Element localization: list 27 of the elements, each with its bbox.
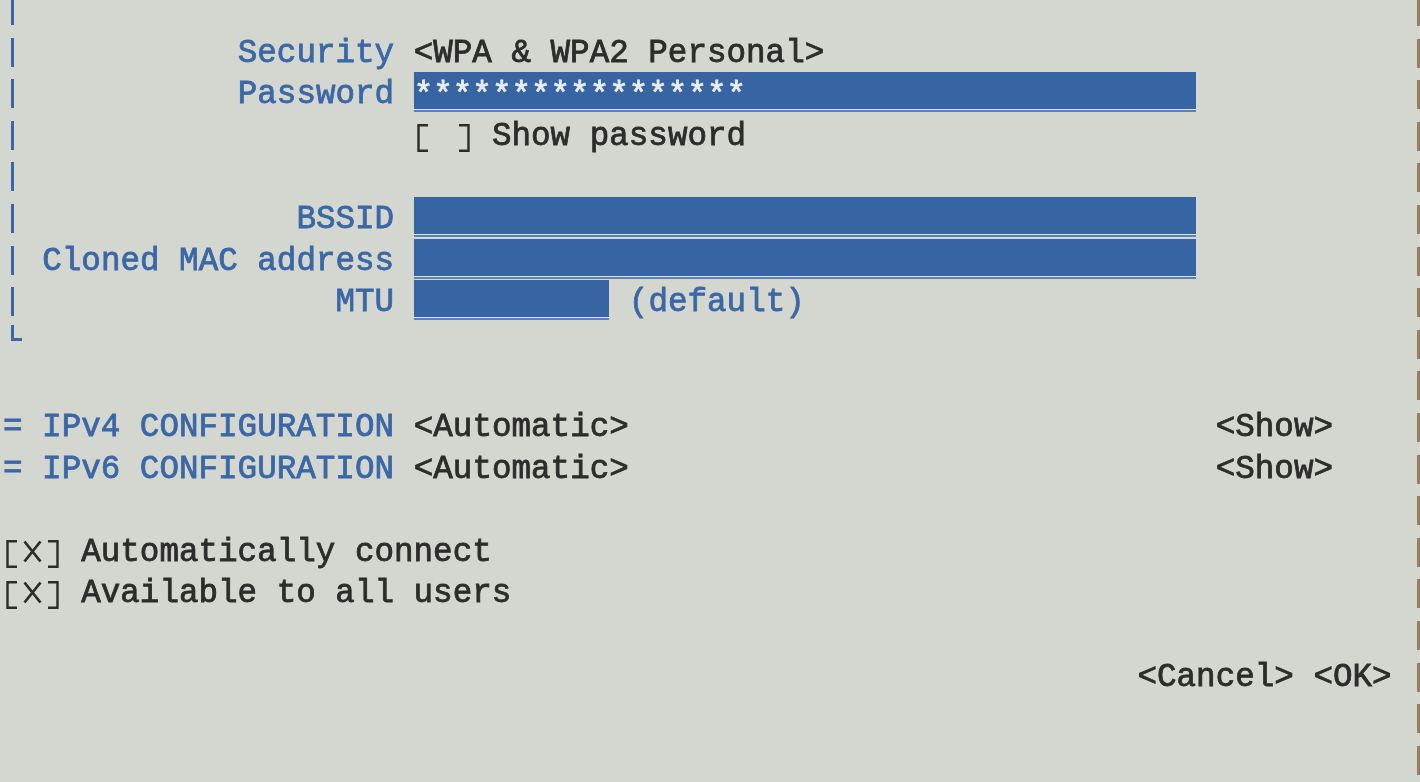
checkbox-label: Automatically connect: [81, 532, 492, 573]
dropdown[interactable]: <WPA & WPA2 Personal>: [413, 32, 825, 75]
show-button[interactable]: <Show>: [1215, 406, 1333, 449]
checkbox-label: Show password: [491, 116, 747, 157]
field-hint: (default): [628, 283, 805, 324]
input-field[interactable]: [413, 196, 1197, 238]
field-label: BSSID: [296, 199, 395, 240]
checkbox[interactable]: [3, 539, 62, 568]
dropdown[interactable]: <Automatic>: [413, 406, 629, 449]
dialog-button[interactable]: <OK>: [1313, 656, 1392, 699]
input-field[interactable]: *****************: [413, 72, 1197, 114]
field-label: Security: [237, 33, 395, 74]
input-field[interactable]: [413, 238, 1197, 280]
section-title: IPv6 CONFIGURATION: [42, 449, 394, 490]
checkbox[interactable]: [3, 581, 62, 610]
input-field[interactable]: [413, 280, 610, 322]
dialog-button[interactable]: <Cancel>: [1137, 656, 1294, 699]
section-title: IPv4 CONFIGURATION: [42, 407, 394, 448]
section-marker: =: [3, 449, 23, 490]
field-label: Password: [237, 75, 395, 116]
field-label: Cloned MAC address: [42, 241, 395, 282]
dropdown[interactable]: <Automatic>: [413, 448, 629, 491]
section-marker: =: [3, 407, 23, 448]
frame-corner: [11, 324, 22, 341]
show-button[interactable]: <Show>: [1215, 448, 1333, 491]
checkbox-label: Available to all users: [81, 574, 512, 615]
field-label: MTU: [335, 283, 395, 324]
